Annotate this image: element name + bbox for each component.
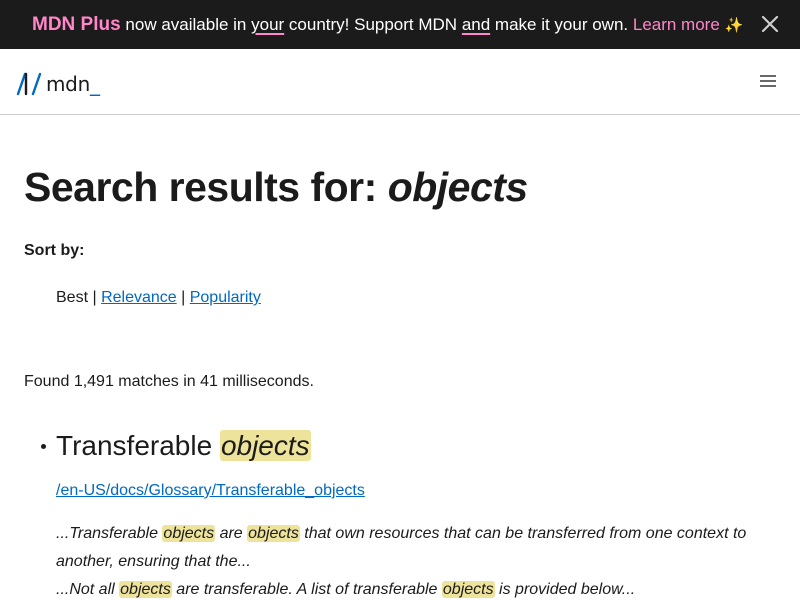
mdn-plus-banner: MDN Plus now available in your country! …: [0, 0, 800, 49]
logo-underscore: _: [89, 72, 100, 96]
sort-separator: |: [88, 289, 102, 306]
mdn-logo[interactable]: mdn_: [16, 71, 100, 97]
sort-best: Best: [56, 289, 89, 306]
snippet-highlight: objects: [441, 581, 495, 598]
mdn-logo-icon: [16, 72, 42, 96]
page-title: Search results for: objects: [24, 163, 528, 211]
snippet-text: ...Not all: [56, 581, 120, 598]
snippet-highlight: objects: [162, 525, 216, 542]
sort-relevance-link[interactable]: Relevance: [101, 289, 177, 306]
sort-by-label: Sort by:: [24, 242, 85, 259]
result-item: Transferable objects /en-US/docs/Glossar…: [24, 425, 784, 600]
page-title-prefix: Search results for:: [24, 164, 388, 210]
sort-popularity-link[interactable]: Popularity: [190, 289, 261, 306]
results-count: Found 1,491 matches in 41 milliseconds.: [24, 373, 314, 390]
logo-wordmark: mdn_: [46, 72, 100, 96]
banner-text-your: your: [251, 15, 285, 34]
close-icon: [761, 15, 779, 33]
snippet-highlight: objects: [247, 525, 300, 542]
sort-options: Best | Relevance | Popularity: [56, 289, 261, 307]
snippet-text: ...Transferable: [56, 525, 163, 542]
search-query: objects: [387, 164, 529, 210]
result-url-link[interactable]: /en-US/docs/Glossary/Transferable_object…: [56, 482, 365, 500]
sparkle-icon: ✨: [724, 17, 744, 34]
sort-separator: |: [176, 289, 190, 306]
results-list: Transferable objects /en-US/docs/Glossar…: [24, 425, 784, 600]
banner-text-segment: country! Support MDN: [284, 15, 462, 34]
snippet-text: are transferable. A list of transferable: [171, 581, 442, 598]
banner-brand: MDN Plus: [32, 14, 121, 35]
result-title-link[interactable]: Transferable objects: [56, 425, 784, 467]
list-bullet: [41, 444, 46, 449]
snippet-text: is provided below...: [494, 581, 636, 598]
learn-more-link[interactable]: Learn more ✨: [633, 15, 743, 34]
snippet-highlight: objects: [119, 581, 172, 598]
result-title-highlight: objects: [219, 430, 311, 461]
banner-message: MDN Plus now available in your country! …: [32, 13, 743, 38]
logo-text: mdn: [46, 72, 90, 96]
learn-more-label: Learn more: [632, 15, 720, 34]
snippet-text: are: [215, 525, 248, 542]
main-menu-button[interactable]: [758, 71, 778, 91]
banner-text-and: and: [461, 15, 491, 34]
banner-text-segment: now available in: [120, 15, 252, 34]
result-snippet: ...Transferable objects are objects that…: [56, 520, 756, 600]
banner-text-segment: make it your own.: [490, 15, 633, 34]
hamburger-menu-icon: [760, 75, 776, 87]
close-banner-button[interactable]: [759, 13, 781, 35]
site-header: mdn_: [0, 49, 800, 115]
result-title-text: Transferable: [56, 430, 220, 461]
